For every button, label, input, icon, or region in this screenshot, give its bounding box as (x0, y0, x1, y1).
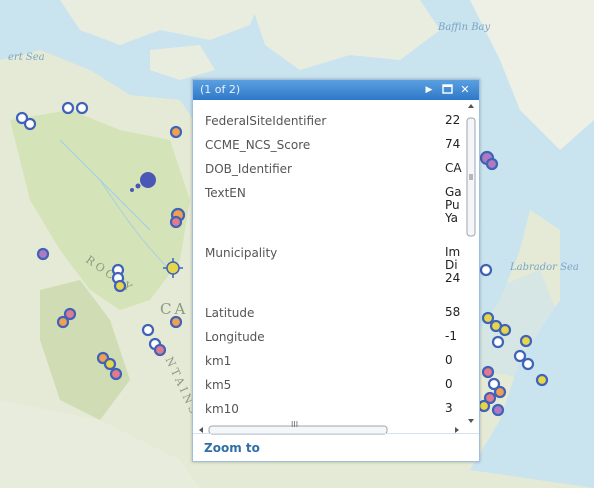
popup-title: (1 of 2) (200, 83, 241, 96)
field-value: Im Di 24 (445, 246, 461, 285)
field-name: km1 (205, 354, 232, 368)
feature-popup: (1 of 2) ▶ ✕ FederalSiteIdentifier 22 CCME… (192, 79, 480, 462)
field-value: Ga Pu Ya (445, 186, 462, 225)
zoom-to-link[interactable]: Zoom to (204, 441, 260, 455)
field-name: Latitude (205, 306, 255, 320)
field-name: Municipality (205, 246, 278, 260)
field-value: -1 (445, 330, 457, 343)
maximize-icon[interactable] (440, 80, 454, 102)
popup-divider (193, 433, 479, 434)
field-name: CCME_NCS_Score (205, 138, 311, 152)
field-name: km10 (205, 402, 239, 416)
field-name: DOB_Identifier (205, 162, 292, 176)
selected-site-marker (140, 172, 156, 188)
field-name: TextEN (205, 186, 246, 200)
popup-content[interactable]: FederalSiteIdentifier 22 CCME_NCS_Score 74 D… (193, 100, 479, 433)
scroll-thumb-grip: III (291, 420, 299, 429)
vertical-scrollbar[interactable] (465, 102, 477, 428)
field-value: 22 (445, 114, 461, 127)
field-name: km5 (205, 378, 232, 392)
field-name: Longitude (205, 330, 265, 344)
popup-header: (1 of 2) ▶ ✕ (193, 80, 479, 100)
field-value: 0 (445, 378, 453, 391)
field-value: 58 (445, 306, 461, 319)
field-name: FederalSiteIdentifier (205, 114, 327, 128)
play-icon[interactable]: ▶ (422, 80, 436, 100)
close-icon[interactable]: ✕ (458, 80, 472, 100)
field-value: CA (445, 162, 462, 175)
field-value: 0 (445, 354, 453, 367)
crosshair-marker (163, 258, 183, 278)
field-value: 74 (445, 138, 461, 151)
horizontal-scrollbar[interactable]: III (197, 420, 459, 435)
field-value: 3 (445, 402, 453, 415)
